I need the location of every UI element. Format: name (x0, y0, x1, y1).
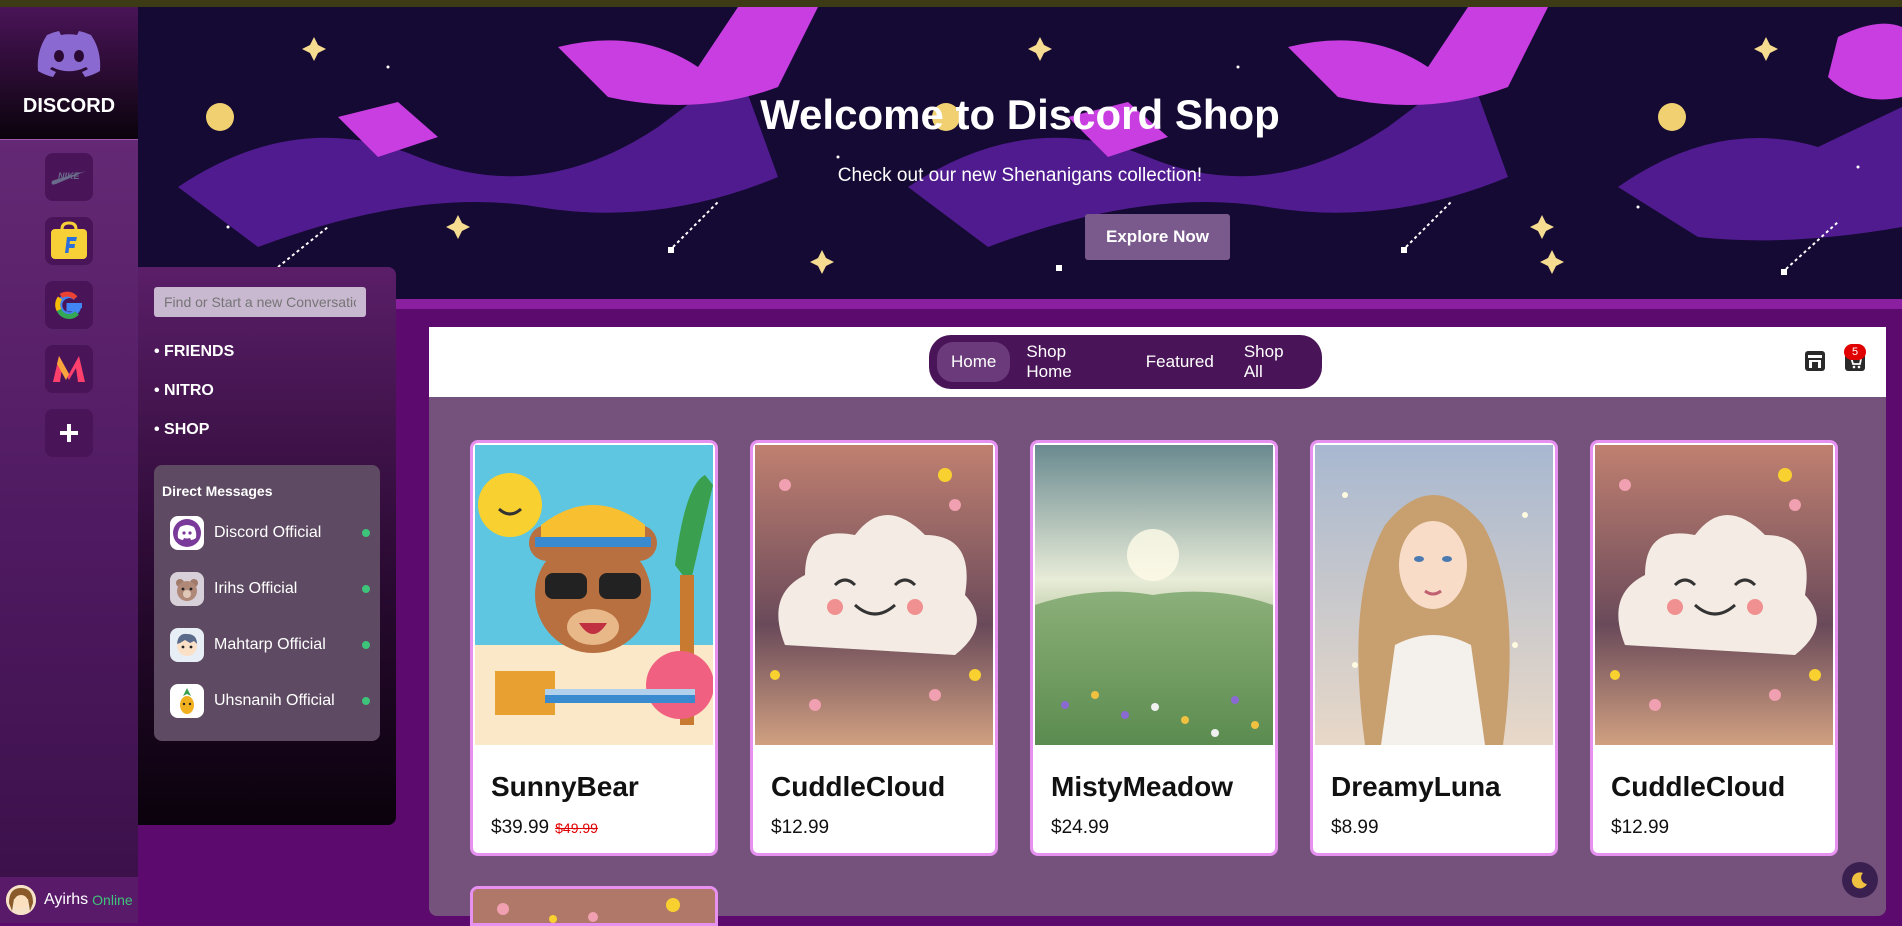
discord-avatar (170, 516, 204, 550)
nav-pill: Home Shop Home Featured Shop All (929, 335, 1322, 389)
discord-avatar-icon (173, 519, 201, 547)
dm-name: Uhsnanih Official (214, 692, 335, 709)
current-price: $12.99 (771, 817, 830, 838)
online-status-dot (362, 697, 370, 705)
bear-avatar (170, 572, 204, 606)
dm-name: Irihs Official (214, 580, 298, 597)
pixel-galaxy-background (138, 7, 1902, 309)
moon-icon (1851, 872, 1867, 889)
username: Ayirhs (44, 891, 89, 908)
online-status-dot (362, 641, 370, 649)
online-status-dot (362, 585, 370, 593)
server-google[interactable] (45, 281, 93, 329)
tab-shop-all[interactable]: Shop All (1230, 332, 1320, 392)
shop-navbar: Home Shop Home Featured Shop All 5 (429, 327, 1886, 397)
nike-icon: NIKE (51, 171, 86, 185)
sunny-bear-image (475, 445, 713, 745)
server-myntra[interactable] (45, 345, 93, 393)
discord-logo-icon (37, 31, 101, 77)
hero-title: Welcome to Discord Shop (760, 91, 1280, 138)
cart-count-badge: 5 (1844, 344, 1866, 360)
product-card[interactable]: SunnyBear $39.99 $49.99 (470, 440, 718, 856)
misty-meadow-image (1035, 445, 1273, 745)
dm-item-uhsnanih-official[interactable]: Uhsnanih Official (170, 681, 370, 721)
explore-now-button[interactable]: Explore Now (1085, 214, 1230, 260)
current-price: $8.99 (1331, 817, 1379, 838)
server-nike[interactable]: NIKE (45, 153, 93, 201)
product-name: CuddleCloud (1611, 771, 1786, 802)
google-icon (55, 291, 82, 319)
add-server-button[interactable] (45, 409, 93, 457)
dm-name: Mahtarp Official (214, 636, 326, 653)
boy-avatar (170, 628, 204, 662)
boy-avatar-icon (177, 633, 197, 656)
server-flipkart[interactable] (45, 217, 93, 265)
product-card[interactable]: CuddleCloud $12.99 (750, 440, 998, 856)
product-name: DreamyLuna (1331, 771, 1501, 802)
sidebar-link-friends[interactable]: • FRIENDS (154, 343, 234, 361)
theme-toggle-button[interactable] (1842, 862, 1878, 898)
store-icon[interactable] (1803, 349, 1827, 373)
tab-home[interactable]: Home (937, 342, 1011, 382)
cuddle-cloud-image (473, 889, 715, 923)
discord-brand-label: DISCORD (22, 95, 116, 117)
server-rail: DISCORD NIKE Ayirhs Online (0, 7, 138, 923)
pineapple-avatar-icon (180, 688, 194, 714)
conversation-search-input[interactable] (154, 287, 366, 317)
dm-item-mahtarp-official[interactable]: Mahtarp Official (170, 625, 370, 665)
product-card[interactable]: CuddleCloud $12.99 (1590, 440, 1838, 856)
dm-item-irihs-official[interactable]: Irihs Official (170, 569, 370, 609)
dreamy-luna-image (1315, 445, 1553, 745)
channel-sidebar: • FRIENDS • NITRO • SHOP Direct Messages… (138, 267, 396, 825)
current-user-panel[interactable]: Ayirhs Online (0, 877, 138, 923)
bear-avatar-icon (176, 579, 198, 601)
window-top-border (0, 0, 1902, 7)
product-price: $8.99 (1331, 817, 1385, 839)
flipkart-icon (51, 221, 87, 259)
user-avatar-icon (6, 885, 36, 915)
dm-item-discord-official[interactable]: Discord Official (170, 513, 370, 553)
product-price: $39.99 $49.99 (491, 817, 598, 839)
product-card[interactable]: DreamyLuna $8.99 (1310, 440, 1558, 856)
product-name: CuddleCloud (771, 771, 946, 802)
original-price: $49.99 (555, 820, 598, 836)
user-status: Online (92, 892, 133, 908)
online-status-dot (362, 529, 370, 537)
add-server-icon (60, 424, 78, 442)
product-price: $24.99 (1051, 817, 1115, 839)
product-price: $12.99 (1611, 817, 1675, 839)
myntra-icon (53, 356, 85, 382)
product-name: MistyMeadow (1051, 771, 1234, 802)
sidebar-link-shop[interactable]: • SHOP (154, 421, 209, 439)
direct-messages-title: Direct Messages (162, 483, 273, 499)
hero-subtitle: Check out our new Shenanigans collection… (837, 165, 1203, 186)
user-avatar (6, 885, 36, 915)
product-name: SunnyBear (491, 771, 639, 802)
direct-messages-panel: Direct Messages Discord Official Irihs O… (154, 465, 380, 741)
svg-text:NIKE: NIKE (58, 171, 80, 181)
current-price: $24.99 (1051, 817, 1110, 838)
tab-shop-home[interactable]: Shop Home (1012, 332, 1129, 392)
cuddle-cloud-image (755, 445, 993, 745)
hero-banner: Welcome to Discord Shop Check out our ne… (138, 7, 1902, 309)
cuddle-cloud-image (1595, 445, 1833, 745)
pineapple-avatar (170, 684, 204, 718)
dm-name: Discord Official (214, 524, 322, 541)
discord-home-button[interactable]: DISCORD (0, 7, 138, 140)
current-price: $12.99 (1611, 817, 1670, 838)
tab-featured[interactable]: Featured (1132, 342, 1228, 382)
product-card[interactable]: MistyMeadow $24.99 (1030, 440, 1278, 856)
product-price: $12.99 (771, 817, 835, 839)
sidebar-link-nitro[interactable]: • NITRO (154, 382, 214, 400)
current-price: $39.99 (491, 817, 550, 838)
product-card-partial[interactable] (470, 886, 718, 926)
